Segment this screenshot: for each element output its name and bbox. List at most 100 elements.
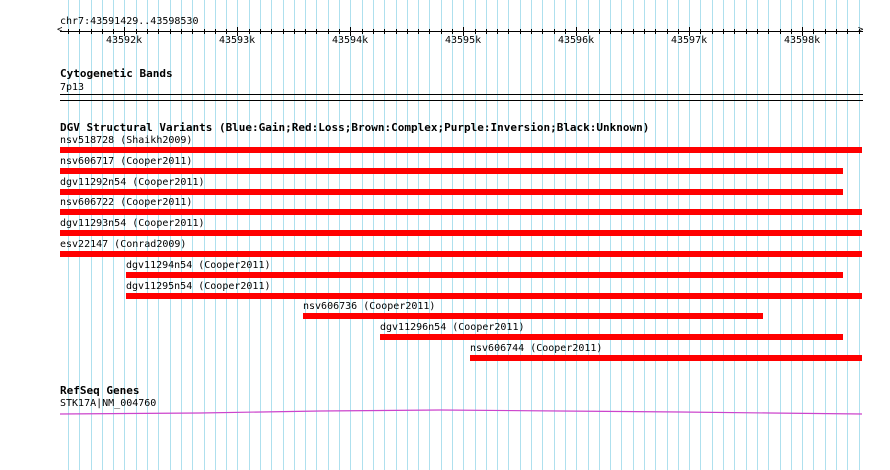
ruler-minor-tick	[542, 29, 543, 34]
location-label: chr7:43591429..43598530	[60, 16, 199, 27]
ruler-minor-tick	[192, 29, 193, 34]
variant-label[interactable]: dgv11293n54 (Cooper2011)	[60, 218, 205, 229]
variant-label[interactable]: dgv11292n54 (Cooper2011)	[60, 177, 205, 188]
ruler-minor-tick	[91, 29, 92, 34]
ruler-tick-label: 43596k	[558, 35, 595, 46]
ruler-minor-tick	[204, 29, 205, 34]
variant-bar[interactable]	[60, 168, 843, 174]
variant-label[interactable]: dgv11294n54 (Cooper2011)	[126, 260, 271, 271]
ruler-minor-tick	[734, 29, 735, 34]
ruler-minor-tick	[746, 29, 747, 34]
ruler-minor-tick	[68, 29, 69, 34]
ruler-minor-tick	[565, 29, 566, 34]
cytoband-top-edge	[60, 94, 863, 95]
ruler-minor-tick	[508, 29, 509, 34]
ruler-minor-tick	[147, 29, 148, 34]
ruler-minor-tick	[113, 29, 114, 34]
ruler-minor-tick	[700, 29, 701, 34]
cytoband-title: Cytogenetic Bands	[60, 67, 173, 80]
dgv-title: DGV Structural Variants (Blue:Gain;Red:L…	[60, 121, 650, 134]
ruler-minor-tick	[305, 29, 306, 34]
ruler-minor-tick	[283, 29, 284, 34]
variant-bar[interactable]	[60, 209, 862, 215]
ruler-minor-tick	[158, 29, 159, 34]
variant-label[interactable]: dgv11296n54 (Cooper2011)	[380, 322, 525, 333]
variant-label[interactable]: nsv606722 (Cooper2011)	[60, 197, 192, 208]
ruler-minor-tick	[678, 29, 679, 34]
ruler-minor-tick	[655, 29, 656, 34]
ruler-minor-tick	[791, 29, 792, 34]
ruler-minor-tick	[723, 29, 724, 34]
ruler-tick-label: 43597k	[671, 35, 708, 46]
ruler-minor-tick	[170, 29, 171, 34]
ruler-minor-tick	[271, 29, 272, 34]
ruler-minor-tick	[407, 29, 408, 34]
ruler-minor-tick	[136, 29, 137, 34]
ruler-minor-tick	[599, 29, 600, 34]
variant-label[interactable]: dgv11295n54 (Cooper2011)	[126, 281, 271, 292]
ruler-minor-tick	[554, 29, 555, 34]
variant-bar[interactable]	[470, 355, 862, 361]
variant-bar[interactable]	[60, 251, 862, 257]
variant-bar[interactable]	[303, 313, 763, 319]
variant-bar[interactable]	[126, 272, 843, 278]
genome-browser-view: chr7:43591429..43598530 < > 43592k 43593k…	[0, 0, 890, 470]
variant-label[interactable]: nsv606744 (Cooper2011)	[470, 343, 602, 354]
ruler-minor-tick	[316, 29, 317, 34]
ruler-minor-tick	[384, 29, 385, 34]
ruler-minor-tick	[373, 29, 374, 34]
ruler-minor-tick	[813, 29, 814, 34]
ruler-minor-tick	[757, 29, 758, 34]
ruler-minor-tick	[836, 29, 837, 34]
refseq-title: RefSeq Genes	[60, 384, 140, 397]
ruler-minor-tick	[497, 29, 498, 34]
ruler-minor-tick	[181, 29, 182, 34]
ruler-minor-tick	[215, 29, 216, 34]
ruler-minor-tick	[294, 29, 295, 34]
ruler-minor-tick	[396, 29, 397, 34]
ruler-minor-tick	[588, 29, 589, 34]
variant-bar[interactable]	[126, 293, 862, 299]
ruler-tick-label: 43592k	[106, 35, 143, 46]
variant-label[interactable]: nsv518728 (Shaikh2009)	[60, 135, 192, 146]
refseq-gene-line[interactable]	[0, 400, 890, 420]
ruler-minor-tick	[418, 29, 419, 34]
ruler-minor-tick	[667, 29, 668, 34]
ruler-minor-tick	[712, 29, 713, 34]
variant-bar[interactable]	[60, 230, 862, 236]
ruler-tick-label: 43593k	[219, 35, 256, 46]
ruler-minor-tick	[226, 29, 227, 34]
ruler-minor-tick	[441, 29, 442, 34]
cytoband-bottom-edge	[60, 100, 863, 101]
ruler-minor-tick	[610, 29, 611, 34]
ruler-minor-tick	[260, 29, 261, 34]
ruler-minor-tick	[429, 29, 430, 34]
ruler-minor-tick	[847, 29, 848, 34]
ruler-minor-tick	[339, 29, 340, 34]
ruler-minor-tick	[621, 29, 622, 34]
variant-bar[interactable]	[60, 189, 843, 195]
ruler-minor-tick	[768, 29, 769, 34]
cytoband-label: 7p13	[60, 82, 85, 93]
ruler-tick-label: 43598k	[784, 35, 821, 46]
ruler-left-arrow: <	[57, 25, 63, 35]
ruler-tick-label: 43594k	[332, 35, 369, 46]
ruler-minor-tick	[520, 29, 521, 34]
ruler-minor-tick	[249, 29, 250, 34]
variant-bar[interactable]	[60, 147, 862, 153]
variant-label[interactable]: nsv606717 (Cooper2011)	[60, 156, 192, 167]
variant-label[interactable]: esv22147 (Conrad2009)	[60, 239, 186, 250]
variant-label[interactable]: nsv606736 (Cooper2011)	[303, 301, 435, 312]
ruler-minor-tick	[362, 29, 363, 34]
ruler-minor-tick	[825, 29, 826, 34]
ruler-minor-tick	[475, 29, 476, 34]
ruler-minor-tick	[79, 29, 80, 34]
ruler-minor-tick	[531, 29, 532, 34]
ruler-minor-tick	[633, 29, 634, 34]
ruler-minor-tick	[102, 29, 103, 34]
ruler-minor-tick	[644, 29, 645, 34]
variant-bar[interactable]	[380, 334, 843, 340]
ruler-minor-tick	[486, 29, 487, 34]
ruler-tick-label: 43595k	[445, 35, 482, 46]
ruler-minor-tick	[328, 29, 329, 34]
